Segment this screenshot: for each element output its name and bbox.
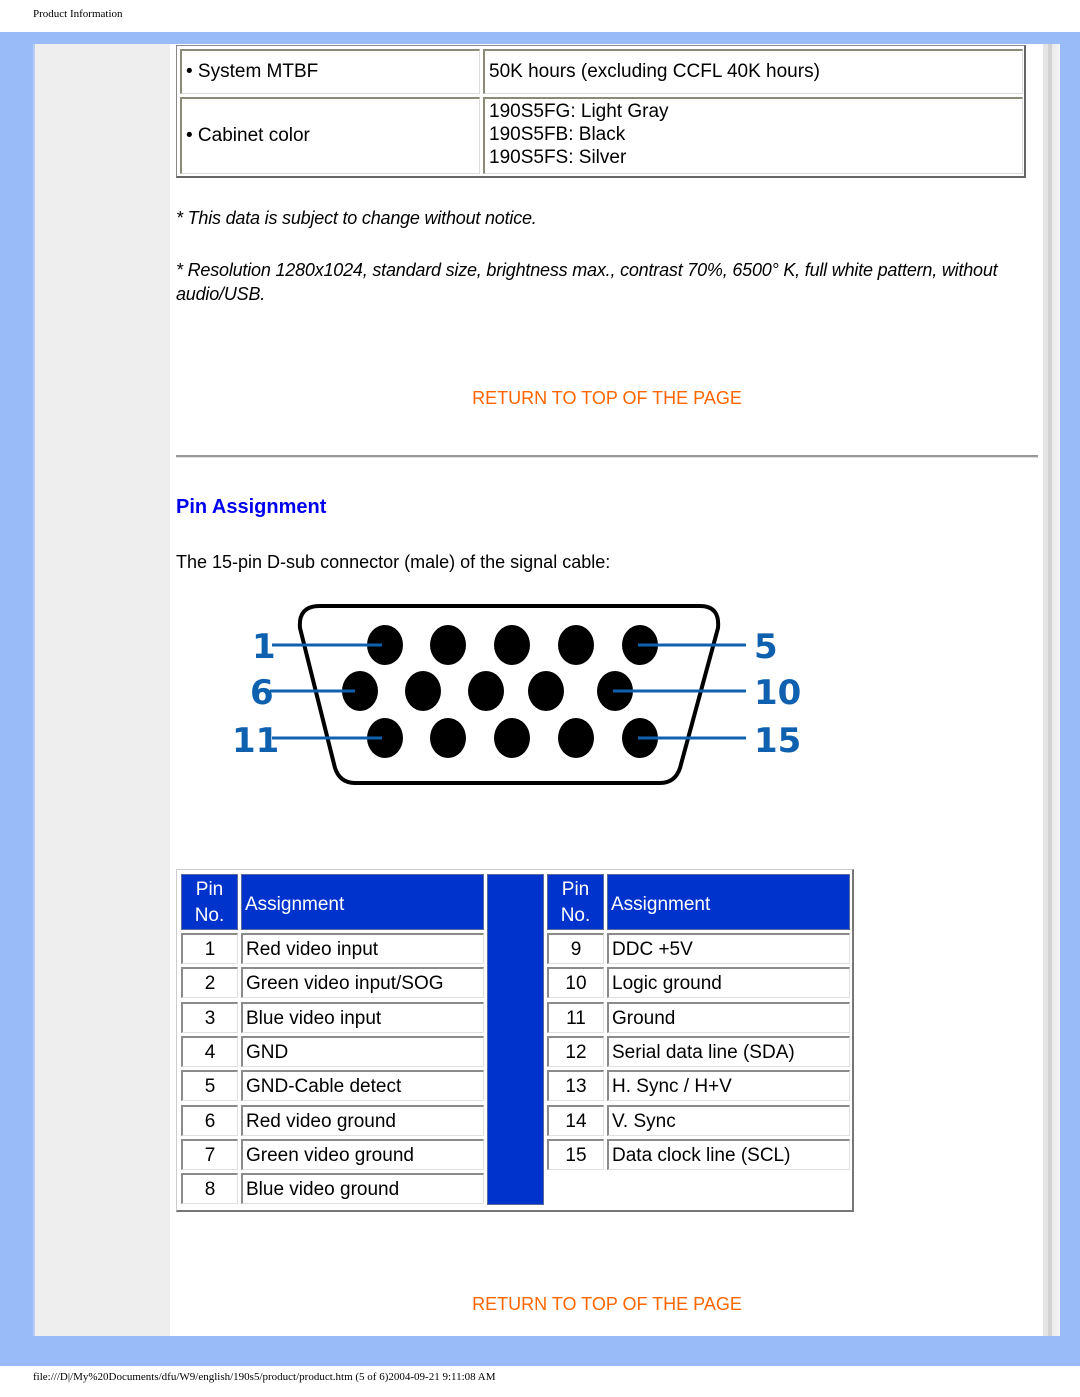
header-no-text: No. bbox=[194, 905, 225, 926]
dsub-connector-diagram: 1 5 6 10 11 15 bbox=[232, 604, 801, 785]
note-resolution: * Resolution 1280x1024, standard size, b… bbox=[176, 260, 998, 304]
pin-label-15: 15 bbox=[754, 721, 801, 761]
pin-assignment-cell: Ground bbox=[607, 1001, 850, 1033]
pin-assignment-cell: Logic ground bbox=[607, 967, 850, 999]
pin-hole-2 bbox=[430, 625, 466, 665]
pin-number-cell: 12 bbox=[547, 1035, 604, 1067]
pin-assignment-cell: Red video ground bbox=[241, 1104, 484, 1136]
pin-assignment-table: Pin No. Assignment Pin No. Assignment 1R… bbox=[176, 869, 854, 1212]
header-no-text: No. bbox=[560, 905, 591, 926]
scrollbar[interactable] bbox=[1043, 44, 1060, 1336]
pin-assignment-cell: Green video ground bbox=[241, 1138, 484, 1170]
pin-assignment-cell: Green video input/SOG bbox=[241, 967, 484, 999]
pin-assignment-cell: Red video input bbox=[241, 933, 484, 964]
pin-assignment-cell: Data clock line (SCL) bbox=[607, 1138, 850, 1170]
pin-label-1: 1 bbox=[252, 627, 276, 667]
pin-label-10: 10 bbox=[754, 673, 801, 713]
left-header-assignment: Assignment bbox=[241, 874, 484, 930]
pin-number-cell: 13 bbox=[547, 1070, 604, 1102]
spec-value-mtbf: 50K hours (excluding CCFL 40K hours) bbox=[483, 49, 1023, 94]
pin-number-cell: 15 bbox=[547, 1138, 604, 1170]
pin-number-cell: 5 bbox=[181, 1070, 238, 1102]
pin-hole-12 bbox=[430, 718, 466, 758]
section-title: Pin Assignment bbox=[176, 496, 327, 518]
pin-number-cell: 4 bbox=[181, 1035, 238, 1067]
spec-table: • System MTBF 50K hours (excluding CCFL … bbox=[176, 45, 1026, 178]
pin-assignment-cell: V. Sync bbox=[607, 1104, 850, 1136]
left-navigation-column bbox=[33, 44, 172, 1336]
left-header-pin-no: Pin No. bbox=[181, 874, 238, 930]
pin-number-cell: 9 bbox=[547, 933, 604, 964]
connector-intro: The 15-pin D-sub connector (male) of the… bbox=[176, 552, 611, 572]
pin-number-cell: 2 bbox=[181, 967, 238, 999]
return-to-top-link-bottom[interactable]: RETURN TO TOP OF THE PAGE bbox=[176, 1294, 1038, 1315]
spec-label-mtbf: • System MTBF bbox=[180, 49, 480, 94]
spec-value-cabinet-color: 190S5FG: Light Gray 190S5FB: Black 190S5… bbox=[483, 97, 1023, 174]
pin-number-cell: 11 bbox=[547, 1001, 604, 1033]
pin-assignment-cell: GND bbox=[241, 1035, 484, 1067]
spec-label-cabinet-color: • Cabinet color bbox=[180, 97, 480, 174]
pin-number-cell: 7 bbox=[181, 1138, 238, 1170]
pin-hole-7 bbox=[405, 671, 441, 711]
pin-number-cell: 14 bbox=[547, 1104, 604, 1136]
pin-label-11: 11 bbox=[232, 721, 279, 761]
pin-number-cell: 1 bbox=[181, 933, 238, 964]
pin-number-cell: 8 bbox=[181, 1173, 238, 1205]
pin-number-cell: 6 bbox=[181, 1104, 238, 1136]
pin-hole-4 bbox=[558, 625, 594, 665]
pin-hole-3 bbox=[494, 625, 530, 665]
pin-label-5: 5 bbox=[754, 627, 778, 667]
print-header: Product Information bbox=[33, 8, 123, 20]
pin-hole-13 bbox=[494, 718, 530, 758]
cabinet-color-line: 190S5FB: Black bbox=[489, 124, 626, 145]
pin-number-cell: 10 bbox=[547, 967, 604, 999]
pin-assignment-cell: Blue video input bbox=[241, 1001, 484, 1033]
header-pin-text: Pin bbox=[195, 879, 224, 900]
pin-assignment-cell: Blue video ground bbox=[241, 1173, 484, 1205]
return-to-top-link[interactable]: RETURN TO TOP OF THE PAGE bbox=[176, 388, 1038, 409]
pin-assignment-cell: H. Sync / H+V bbox=[607, 1070, 850, 1102]
pin-hole-9 bbox=[528, 671, 564, 711]
pin-assignment-cell: Serial data line (SDA) bbox=[607, 1035, 850, 1067]
cabinet-color-line: 190S5FS: Silver bbox=[489, 147, 627, 168]
pin-hole-8 bbox=[468, 671, 504, 711]
pin-assignment-cell: GND-Cable detect bbox=[241, 1070, 484, 1102]
section-divider bbox=[176, 455, 1038, 458]
pin-hole-14 bbox=[558, 718, 594, 758]
header-pin-text: Pin bbox=[561, 879, 590, 900]
right-header-assignment: Assignment bbox=[607, 874, 850, 930]
cabinet-color-line: 190S5FG: Light Gray bbox=[489, 101, 669, 122]
print-footer: file:///D|/My%20Documents/dfu/W9/english… bbox=[33, 1371, 496, 1383]
right-header-pin-no: Pin No. bbox=[547, 874, 604, 930]
table-spacer-column bbox=[487, 874, 544, 1205]
pin-assignment-cell: DDC +5V bbox=[607, 933, 850, 964]
pin-number-cell: 3 bbox=[181, 1001, 238, 1033]
pin-label-6: 6 bbox=[250, 673, 274, 713]
note-subject-to-change: * This data is subject to change without… bbox=[176, 208, 537, 228]
